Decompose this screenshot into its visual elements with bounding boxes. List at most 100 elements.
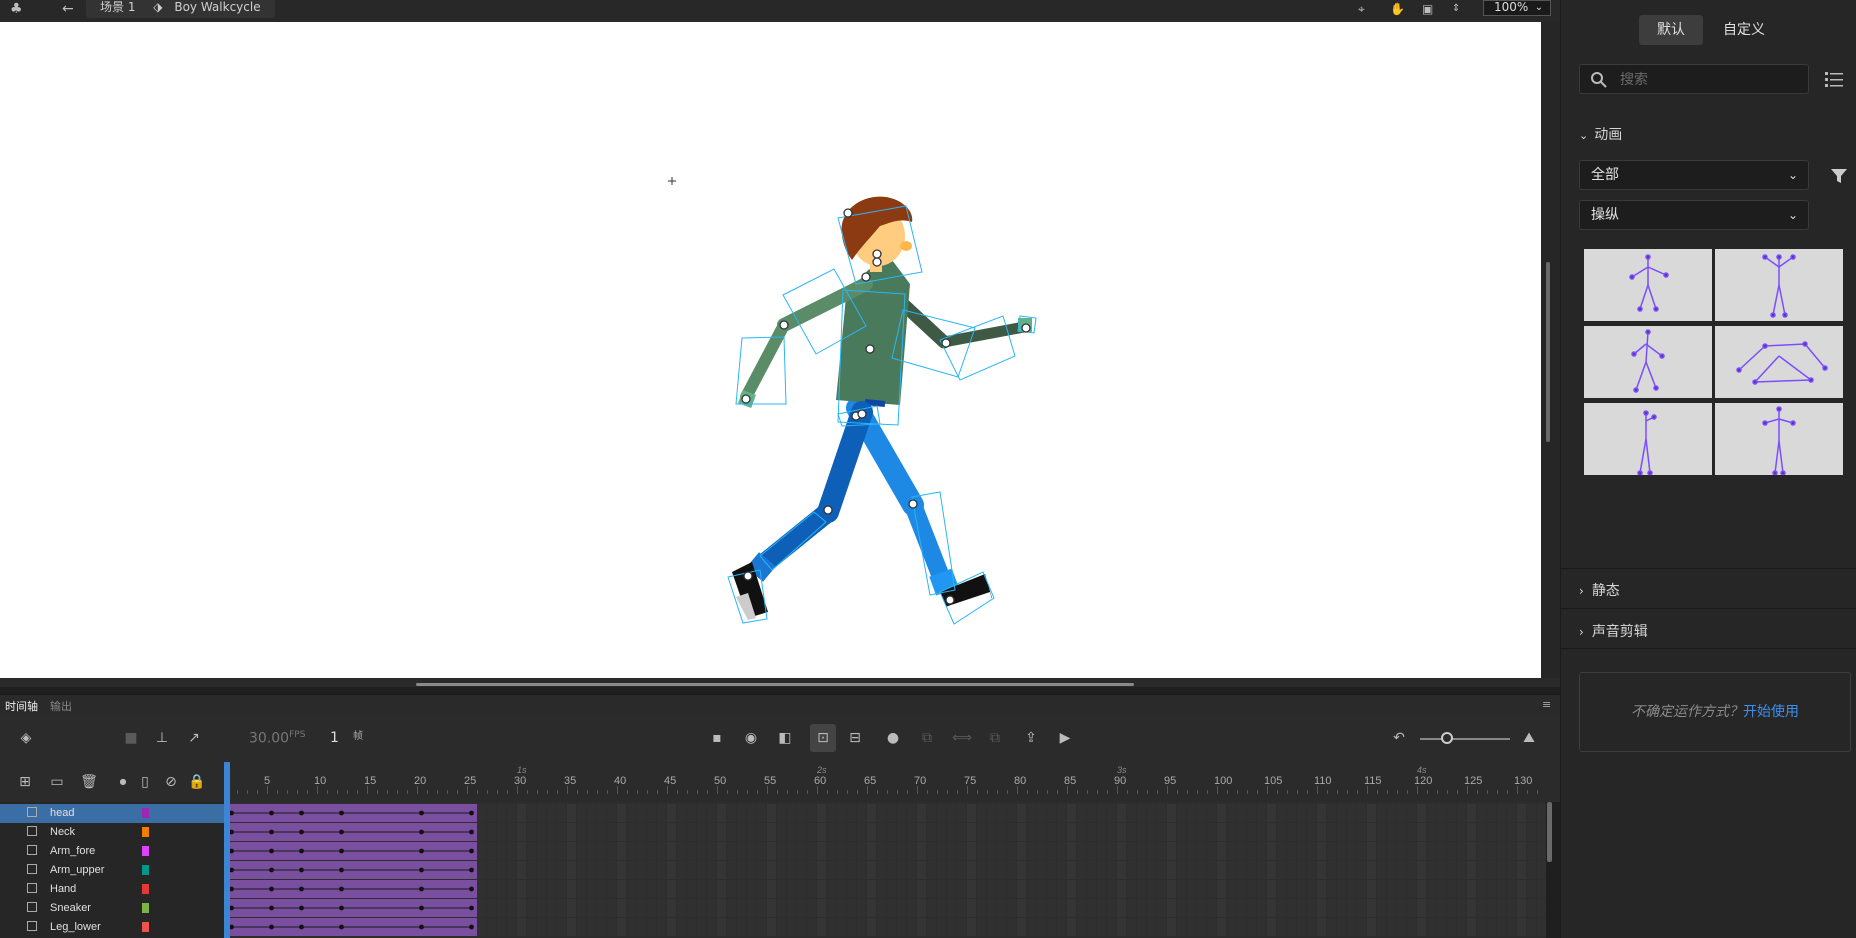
frame-cell[interactable] [497, 880, 506, 898]
frame-cell[interactable] [977, 880, 986, 898]
frame-cell[interactable] [1307, 823, 1316, 841]
keyframe[interactable] [269, 886, 274, 892]
frame-cell[interactable] [787, 880, 796, 898]
frame-cell[interactable] [1207, 861, 1216, 879]
frame-cell[interactable] [1367, 880, 1376, 898]
frame-cell[interactable] [1127, 861, 1136, 879]
frame-cell[interactable] [637, 842, 646, 860]
frame-cell[interactable] [927, 918, 936, 936]
frame-cell[interactable] [1487, 861, 1496, 879]
keyframe[interactable] [269, 848, 274, 854]
frame-cell[interactable] [1317, 842, 1326, 860]
frame-cell[interactable] [947, 823, 956, 841]
frame-cell[interactable] [767, 842, 776, 860]
frame-cell[interactable] [1207, 918, 1216, 936]
layer-row-head[interactable]: head [0, 804, 224, 823]
frame-cell[interactable] [707, 899, 716, 917]
frame-cell[interactable] [1057, 823, 1066, 841]
frame-cell[interactable] [1367, 842, 1376, 860]
frame-cell[interactable] [1527, 918, 1536, 936]
frame-cell[interactable] [1447, 804, 1456, 822]
frame-cell[interactable] [1137, 842, 1146, 860]
frame-cell[interactable] [1517, 880, 1526, 898]
frame-cell[interactable] [1177, 899, 1186, 917]
frame-cell[interactable] [1427, 842, 1436, 860]
frame-cell[interactable] [857, 899, 866, 917]
frame-cell[interactable] [667, 918, 676, 936]
frame-cell[interactable] [1247, 804, 1256, 822]
frame-cell[interactable] [1467, 899, 1476, 917]
frame-cell[interactable] [1437, 899, 1446, 917]
frame-cell[interactable] [1147, 823, 1156, 841]
frame-cell[interactable] [497, 842, 506, 860]
frame-cell[interactable] [1467, 804, 1476, 822]
frame-cell[interactable] [1167, 899, 1176, 917]
frame-cell[interactable] [677, 880, 686, 898]
frame-cell[interactable] [1167, 823, 1176, 841]
frame-cell[interactable] [637, 861, 646, 879]
frame-cell[interactable] [1217, 918, 1226, 936]
frame-cell[interactable] [827, 823, 836, 841]
frame-cell[interactable] [1077, 823, 1086, 841]
frame-cell[interactable] [1527, 823, 1536, 841]
frame-cell[interactable] [557, 861, 566, 879]
frame-cell[interactable] [977, 861, 986, 879]
frame-cell[interactable] [897, 918, 906, 936]
frame-cell[interactable] [837, 918, 846, 936]
frame-cell[interactable] [657, 861, 666, 879]
frame-cell[interactable] [1227, 823, 1236, 841]
frame-cell[interactable] [1007, 823, 1016, 841]
frame-cell[interactable] [967, 842, 976, 860]
frame-cell[interactable] [557, 842, 566, 860]
frame-cell[interactable] [847, 918, 856, 936]
frame-cell[interactable] [1507, 880, 1516, 898]
frame-cell[interactable] [727, 842, 736, 860]
frame-cell[interactable] [1237, 918, 1246, 936]
frame-cell[interactable] [1427, 899, 1436, 917]
frame-cell[interactable] [1317, 823, 1326, 841]
frame-cell[interactable] [1037, 804, 1046, 822]
frame-cell[interactable] [1447, 861, 1456, 879]
frame-cell[interactable] [1427, 861, 1436, 879]
frame-cell[interactable] [887, 861, 896, 879]
frame-cell[interactable] [777, 861, 786, 879]
frame-cell[interactable] [747, 918, 756, 936]
frame-cell[interactable] [537, 918, 546, 936]
frame-cell[interactable] [1497, 804, 1506, 822]
frame-cell[interactable] [1467, 880, 1476, 898]
frame-cell[interactable] [997, 880, 1006, 898]
rig-thumbnail-6[interactable] [1715, 403, 1843, 476]
frame-cell[interactable] [1477, 918, 1486, 936]
frame-cell[interactable] [837, 842, 846, 860]
frame-cell[interactable] [1337, 899, 1346, 917]
new-folder-icon[interactable]: ▭ [48, 773, 66, 791]
frame-cell[interactable] [757, 823, 766, 841]
frame-cell[interactable] [537, 899, 546, 917]
frame-cell[interactable] [1407, 918, 1416, 936]
frame-cell[interactable] [1327, 823, 1336, 841]
back-arrow-icon[interactable]: ← [62, 0, 74, 18]
frame-cell[interactable] [1277, 861, 1286, 879]
category-dropdown[interactable]: 全部 ⌄ [1579, 160, 1809, 190]
frame-cell[interactable] [877, 880, 886, 898]
frame-cell[interactable] [757, 804, 766, 822]
frame-cell[interactable] [497, 899, 506, 917]
frame-cell[interactable] [1197, 842, 1206, 860]
frame-cell[interactable] [1187, 842, 1196, 860]
frame-cell[interactable] [1137, 823, 1146, 841]
frame-cell[interactable] [677, 842, 686, 860]
frame-cell[interactable] [887, 918, 896, 936]
frame-cell[interactable] [577, 842, 586, 860]
frame-cell[interactable] [1347, 842, 1356, 860]
frame-cell[interactable] [517, 804, 526, 822]
frame-cell[interactable] [997, 842, 1006, 860]
frame-cell[interactable] [1277, 842, 1286, 860]
frame-cell[interactable] [587, 804, 596, 822]
frame-cell[interactable] [967, 918, 976, 936]
frame-cell[interactable] [707, 918, 716, 936]
frame-cell[interactable] [557, 880, 566, 898]
frame-cell[interactable] [1137, 880, 1146, 898]
frame-cell[interactable] [997, 899, 1006, 917]
frame-cell[interactable] [647, 918, 656, 936]
frame-cell[interactable] [617, 861, 626, 879]
